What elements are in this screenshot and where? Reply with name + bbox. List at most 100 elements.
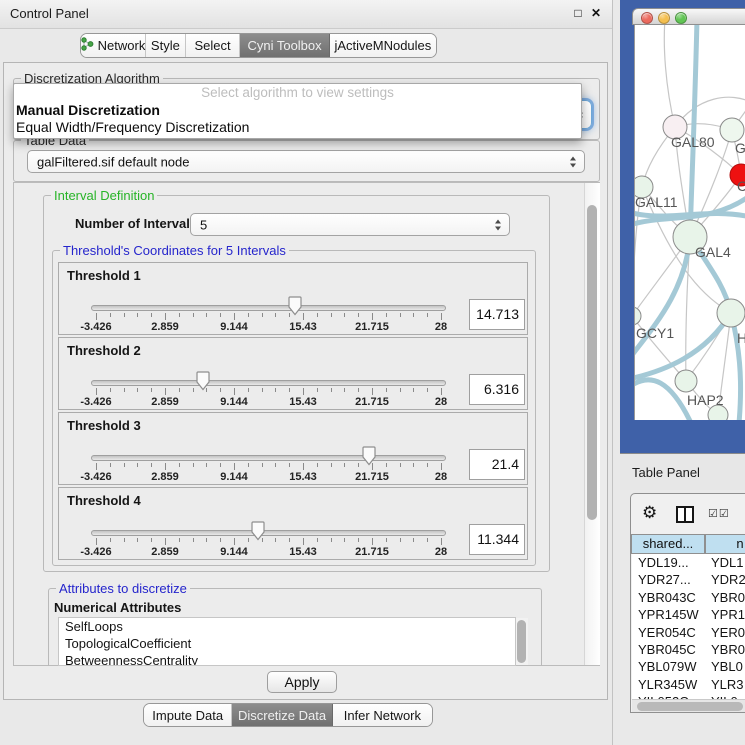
slider-tick (262, 388, 263, 392)
threshold-value-field[interactable]: 6.316 (469, 374, 525, 405)
table-row[interactable]: YDR27...YDR2 (632, 571, 745, 588)
slider-tick (275, 538, 276, 542)
thresholds-container: Threshold 1-3.4262.8599.14415.4321.71528… (58, 262, 528, 560)
screen: { "window": {"title": "Control Panel", "… (0, 0, 745, 745)
slider-tick (386, 538, 387, 542)
network-edge-thick (635, 313, 731, 379)
slider-tick (110, 538, 111, 542)
table-row[interactable]: YBR045CYBR0 (632, 641, 745, 658)
select-columns-icon[interactable]: ☑☑ (708, 507, 730, 520)
apply-button[interactable]: Apply (267, 671, 337, 693)
slider-tick (303, 388, 304, 395)
cell-shared-name: YER054C (632, 624, 706, 641)
close-light-icon[interactable] (641, 12, 653, 24)
algorithm-option-manual-discretization[interactable]: Manual Discretization (14, 102, 581, 119)
number-of-intervals-select[interactable]: 5 (190, 213, 510, 236)
cell-shared-name: YDR27... (632, 571, 706, 588)
slider-tick (289, 538, 290, 542)
column-header-2[interactable]: n (705, 534, 745, 554)
close-window-icon[interactable]: ✕ (588, 5, 604, 21)
table-data-selected-value: galFiltered.sif default node (37, 154, 189, 169)
settings-vertical-scrollbar[interactable] (584, 183, 600, 665)
tab-label: Discretize Data (238, 708, 326, 723)
cell-name: YBR0 (706, 641, 745, 658)
threshold-value-field[interactable]: 21.4 (469, 449, 525, 480)
threshold-slider-track[interactable] (91, 455, 446, 461)
slider-tick (303, 538, 304, 545)
table-row[interactable]: YDL19...YDL1 (632, 554, 745, 571)
settings-scrollbar-thumb[interactable] (587, 205, 597, 520)
node-label: GCY1 (636, 325, 674, 341)
table-horizontal-scrollbar[interactable] (632, 699, 745, 712)
table-panel-title: Table Panel (632, 465, 700, 480)
table-row[interactable]: YPR145WYPR1 (632, 606, 745, 623)
slider-tick (179, 463, 180, 467)
table-hscrollbar-thumb[interactable] (637, 702, 743, 711)
network-node[interactable] (720, 118, 744, 142)
tab-impute-data[interactable]: Impute Data (144, 704, 232, 726)
threshold-slider-handle[interactable] (195, 371, 211, 391)
tab-label: Select (194, 38, 230, 53)
column-header-1[interactable]: shared... (631, 534, 705, 554)
algorithm-option-equal-width-frequency-discretization[interactable]: Equal Width/Frequency Discretization (14, 119, 581, 136)
slider-tick (124, 538, 125, 542)
table-row[interactable]: YLR345WYLR3 (632, 676, 745, 693)
slider-tick (400, 388, 401, 392)
slider-tick (344, 538, 345, 542)
slider-tick (137, 538, 138, 542)
slider-tick (193, 463, 194, 467)
tab-discretize-data[interactable]: Discretize Data (232, 704, 332, 726)
cell-name: YER0 (706, 624, 745, 641)
minimize-light-icon[interactable] (658, 12, 670, 24)
table-panel: ⚙ ☑☑ shared...n YDL19...YDL1YDR27...YDR2… (630, 493, 745, 713)
network-desktop: GAL80GCGAL11GAL4GCY1HHAP2 (620, 0, 745, 453)
threshold-slider-track[interactable] (91, 305, 446, 311)
combo-stepper-icon (495, 219, 502, 230)
attributes-scrollbar-thumb[interactable] (517, 620, 526, 663)
zoom-light-icon[interactable] (675, 12, 687, 24)
threshold-slider-handle[interactable] (250, 521, 266, 541)
tab-jactivemnodules[interactable]: jActiveMNodules (330, 34, 436, 57)
float-window-icon[interactable]: □ (570, 5, 586, 21)
slider-tick (110, 313, 111, 317)
tab-style[interactable]: Style (146, 34, 186, 57)
slider-tick (220, 463, 221, 467)
slider-tick (331, 388, 332, 392)
table-row[interactable]: YBR043CYBR0 (632, 589, 745, 606)
slider-tick (275, 388, 276, 392)
tab-infer-network[interactable]: Infer Network (333, 704, 432, 726)
slider-tick (317, 313, 318, 317)
gear-icon[interactable]: ⚙ (642, 503, 657, 523)
threshold-box-2: Threshold 2-3.4262.8599.14415.4321.71528… (58, 337, 528, 410)
network-node[interactable] (717, 299, 745, 327)
algorithm-dropdown-popup: Select algorithm to view settings Manual… (13, 83, 582, 139)
list-item-topologicalcoefficient[interactable]: TopologicalCoefficient (59, 635, 515, 652)
combo-stepper-icon (570, 156, 577, 167)
tab-network[interactable]: Network (81, 34, 146, 57)
slider-tick (165, 313, 166, 320)
threshold-slider-track[interactable] (91, 530, 446, 536)
threshold-value-field[interactable]: 14.713 (469, 299, 525, 330)
threshold-slider-track[interactable] (91, 380, 446, 386)
tab-select[interactable]: Select (186, 34, 241, 57)
slider-tick (179, 538, 180, 542)
table-row[interactable]: YER054CYER0 (632, 624, 745, 641)
split-columns-icon[interactable] (676, 506, 694, 523)
slider-tick-label: 9.144 (220, 321, 248, 333)
network-canvas[interactable]: GAL80GCGAL11GAL4GCY1HHAP2 (634, 25, 745, 420)
list-item-selfloops[interactable]: SelfLoops (59, 618, 515, 635)
slider-tick-label: 21.715 (355, 396, 389, 408)
node-table-header: shared...n (631, 534, 745, 554)
cell-name: YBL0 (706, 658, 743, 675)
threshold-slider-handle[interactable] (287, 296, 303, 316)
tab-cyni-toolbox[interactable]: Cyni Toolbox (240, 34, 329, 57)
network-node[interactable] (675, 370, 697, 392)
network-node[interactable] (635, 307, 641, 325)
attributes-list-scrollbar[interactable] (516, 618, 528, 665)
slider-tick (96, 388, 97, 395)
list-item-betweennesscentrality[interactable]: BetweennessCentrality (59, 652, 515, 666)
table-data-select[interactable]: galFiltered.sif default node (27, 150, 585, 173)
threshold-slider-handle[interactable] (361, 446, 377, 466)
table-row[interactable]: YBL079WYBL0 (632, 658, 745, 675)
threshold-value-field[interactable]: 11.344 (469, 524, 525, 555)
